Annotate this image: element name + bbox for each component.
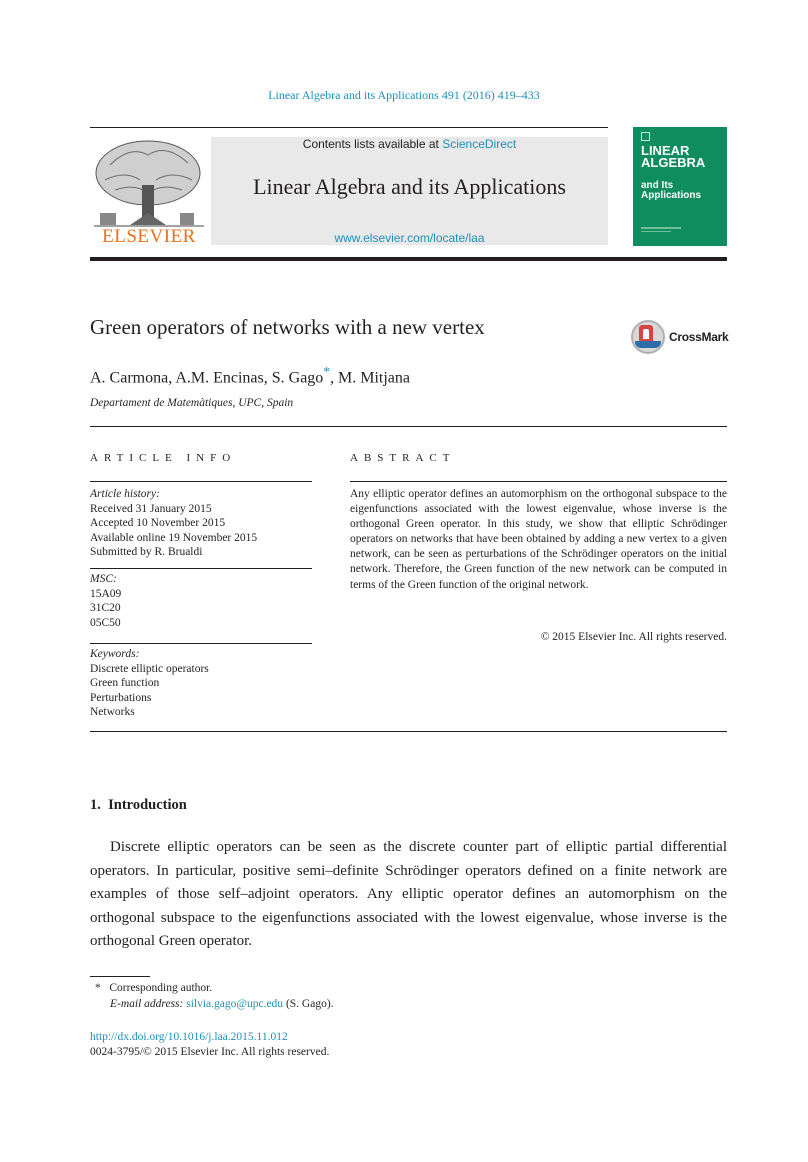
footnote-divider [90, 976, 150, 977]
authors-last: , M. Mitjana [329, 369, 410, 387]
abstract-copyright: © 2015 Elsevier Inc. All rights reserved… [540, 631, 727, 643]
keyword-item: Perturbations [90, 691, 152, 704]
crossmark-label: CrossMark [669, 330, 729, 344]
journal-cover[interactable]: LINEAR ALGEBRA and Its Applications [633, 127, 727, 246]
author-list: A. Carmona, A.M. Encinas, S. Gago*, M. M… [90, 364, 410, 387]
corresponding-author-marker[interactable]: * [323, 364, 330, 379]
msc-item: 05C50 [90, 616, 121, 629]
journal-url-link[interactable]: www.elsevier.com/locate/laa [211, 231, 608, 245]
introduction-paragraph: Discrete elliptic operators can be seen … [90, 839, 727, 950]
header-top-rule [90, 127, 608, 128]
cover-title-line2: ALGEBRA [641, 155, 706, 170]
history-item: Available online 19 November 2015 [90, 531, 258, 544]
msc-item: 15A09 [90, 587, 122, 600]
keywords: Keywords: Discrete elliptic operators Gr… [90, 647, 209, 720]
divider [90, 643, 312, 644]
msc-codes: MSC: 15A09 31C20 05C50 [90, 572, 121, 630]
cover-decoration [641, 231, 671, 232]
cover-subtitle: and Its Applications [641, 181, 701, 201]
history-label: Article history: [90, 488, 160, 500]
keyword-item: Discrete elliptic operators [90, 662, 209, 675]
sciencedirect-link[interactable]: ScienceDirect [442, 137, 516, 151]
cover-emblem-icon [641, 132, 650, 141]
article-info-heading: ARTICLE INFO [90, 452, 237, 464]
header-thick-rule [90, 257, 727, 261]
footnote-text: Corresponding author. [109, 982, 213, 994]
elsevier-logo[interactable]: ELSEVIER [90, 135, 208, 247]
divider [350, 481, 727, 482]
section-heading: 1. Introduction [90, 797, 187, 813]
article-history: Article history: Received 31 January 201… [90, 487, 257, 560]
keywords-label: Keywords: [90, 648, 140, 660]
cover-subtitle-line2: Applications [641, 190, 702, 201]
history-item: Accepted 10 November 2015 [90, 517, 226, 529]
doi-link[interactable]: http://dx.doi.org/10.1016/j.laa.2015.11.… [90, 1031, 288, 1043]
cover-decoration [641, 227, 681, 229]
history-item: Submitted by R. Brualdi [90, 546, 203, 558]
crossmark-bookmark-hole [643, 329, 649, 339]
running-head[interactable]: Linear Algebra and its Applications 491 … [0, 88, 808, 103]
footnote-marker: * [95, 982, 101, 994]
email-owner: (S. Gago). [285, 998, 334, 1010]
abstract-heading: ABSTRACT [350, 452, 456, 464]
affiliation: Departament de Matemàtiques, UPC, Spain [90, 397, 294, 409]
crossmark-band [635, 341, 661, 348]
divider [90, 731, 727, 732]
footnote-corresponding: * Corresponding author. [95, 982, 212, 994]
msc-label: MSC: [90, 573, 117, 585]
divider [90, 426, 727, 427]
elsevier-wordmark: ELSEVIER [102, 226, 196, 247]
contents-line: Contents lists available at ScienceDirec… [211, 137, 608, 151]
keyword-item: Networks [90, 706, 135, 718]
abstract-text: Any elliptic operator defines an automor… [350, 488, 727, 591]
history-item: Received 31 January 2015 [90, 502, 212, 515]
cover-title: LINEAR ALGEBRA [641, 144, 706, 170]
keyword-item: Green function [90, 677, 160, 689]
journal-title: Linear Algebra and its Applications [253, 174, 566, 199]
email-link[interactable]: silvia.gago@upc.edu [186, 998, 283, 1010]
footnote-email: E-mail address: silvia.gago@upc.edu (S. … [110, 998, 334, 1010]
authors-first: A. Carmona, A.M. Encinas, S. Gago [90, 369, 324, 387]
contents-prefix: Contents lists available at [302, 137, 443, 151]
email-label: E-mail address: [110, 998, 184, 1010]
msc-item: 31C20 [90, 602, 121, 614]
issn-line: 0024-3795/© 2015 Elsevier Inc. All right… [90, 1046, 330, 1058]
divider [90, 481, 312, 482]
crossmark-button[interactable]: CrossMark [631, 320, 731, 358]
article-title: Green operators of networks with a new v… [90, 315, 485, 339]
divider [90, 568, 312, 569]
